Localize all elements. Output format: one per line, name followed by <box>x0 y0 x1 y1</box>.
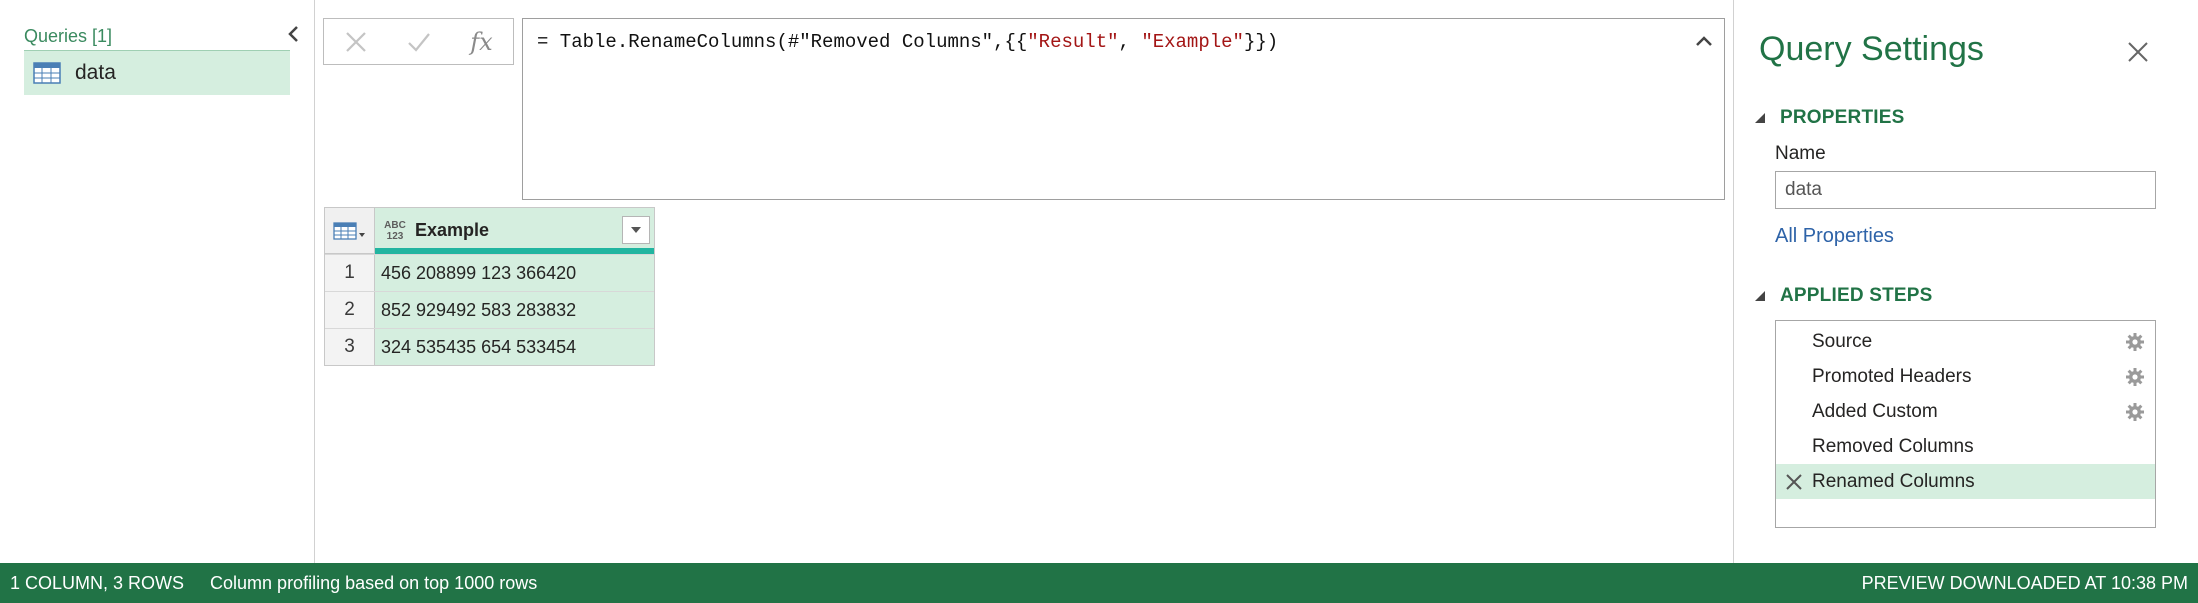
table-menu-button[interactable] <box>325 208 375 253</box>
status-bar: 1 COLUMN, 3 ROWS Column profiling based … <box>0 563 2198 603</box>
column-quality-bar <box>375 248 654 254</box>
table-row: 1 456 208899 123 366420 <box>325 254 654 291</box>
table-cell[interactable]: 456 208899 123 366420 <box>375 255 654 291</box>
queries-header: Queries [1] <box>24 26 113 46</box>
formula-string-example: "Example" <box>1141 31 1244 53</box>
query-item-label: data <box>75 61 116 84</box>
any-type-icon[interactable]: ABC 123 <box>381 220 409 242</box>
fx-icon: fx <box>470 27 493 56</box>
row-number: 2 <box>325 292 375 328</box>
table-row: 3 324 535435 654 533454 <box>325 328 654 365</box>
step-removed-columns[interactable]: Removed Columns <box>1776 429 2155 464</box>
collapse-formula-button[interactable] <box>1692 31 1716 51</box>
type-icon-top: ABC <box>384 219 406 231</box>
formula-separator: , <box>1118 31 1142 53</box>
formula-prefix: = Table.RenameColumns(#"Removed Columns"… <box>537 31 1028 53</box>
chevron-left-icon <box>288 26 298 42</box>
data-grid: ABC 123 Example 1 456 208899 123 366420 … <box>324 207 655 366</box>
applied-steps-section-toggle[interactable]: APPLIED STEPS <box>1752 285 1933 307</box>
row-number: 1 <box>325 255 375 291</box>
column-name: Example <box>415 220 490 240</box>
row-number: 3 <box>325 329 375 365</box>
query-settings-pane: Query Settings PROPERTIES Name All Prope… <box>1733 0 2198 563</box>
formula-editor[interactable]: = Table.RenameColumns(#"Removed Columns"… <box>522 18 1725 200</box>
step-promoted-headers[interactable]: Promoted Headers <box>1776 359 2155 394</box>
queries-pane: Queries [1] data <box>0 0 315 563</box>
commit-formula-button[interactable] <box>387 19 450 64</box>
step-label: Added Custom <box>1812 400 1938 422</box>
collapse-queries-button[interactable] <box>281 20 305 48</box>
chevron-up-icon <box>1696 36 1712 46</box>
type-icon-bottom: 123 <box>386 230 404 242</box>
collapse-triangle-icon <box>1755 113 1765 123</box>
grid-header: ABC 123 Example <box>325 208 654 254</box>
insert-function-button[interactable]: fx <box>450 19 513 64</box>
step-added-custom[interactable]: Added Custom <box>1776 394 2155 429</box>
applied-steps-list: Source Promoted Headers Added Custom Rem… <box>1775 320 2156 528</box>
settings-title: Query Settings <box>1759 30 1984 68</box>
table-icon <box>33 62 61 84</box>
table-cell[interactable]: 324 535435 654 533454 <box>375 329 654 365</box>
status-preview-time: PREVIEW DOWNLOADED AT 10:38 PM <box>1861 572 2188 593</box>
step-source[interactable]: Source <box>1776 324 2155 359</box>
applied-steps-header: APPLIED STEPS <box>1780 285 1933 306</box>
checkmark-icon <box>407 32 430 52</box>
table-cell[interactable]: 852 929492 583 283832 <box>375 292 654 328</box>
all-properties-link[interactable]: All Properties <box>1775 225 1894 248</box>
delete-step-icon[interactable] <box>1785 473 1803 491</box>
name-label: Name <box>1775 143 1826 164</box>
status-profiling[interactable]: Column profiling based on top 1000 rows <box>210 573 537 594</box>
cancel-formula-button[interactable] <box>324 19 387 64</box>
properties-section-toggle[interactable]: PROPERTIES <box>1752 107 1904 129</box>
gear-icon[interactable] <box>2125 402 2145 422</box>
step-label: Promoted Headers <box>1812 365 1972 387</box>
formula-string-result: "Result" <box>1027 31 1119 53</box>
table-row: 2 852 929492 583 283832 <box>325 291 654 328</box>
step-renamed-columns[interactable]: Renamed Columns <box>1776 464 2155 499</box>
step-label: Source <box>1812 330 1873 352</box>
column-filter-button[interactable] <box>622 216 650 244</box>
properties-header: PROPERTIES <box>1780 107 1905 128</box>
table-menu-icon <box>332 221 365 240</box>
gear-icon[interactable] <box>2125 332 2145 352</box>
step-label: Renamed Columns <box>1812 470 1975 492</box>
chevron-down-icon <box>631 227 641 233</box>
close-settings-button[interactable] <box>2124 38 2152 66</box>
close-icon <box>2128 42 2148 62</box>
column-header-example[interactable]: ABC 123 Example <box>375 208 654 254</box>
close-icon <box>345 31 366 52</box>
status-row-count: 1 COLUMN, 3 ROWS <box>10 572 185 593</box>
gear-icon[interactable] <box>2125 367 2145 387</box>
query-name-input[interactable] <box>1775 171 2156 209</box>
step-label: Removed Columns <box>1812 435 1974 457</box>
formula-suffix: }}) <box>1243 31 1279 53</box>
formula-text[interactable]: = Table.RenameColumns(#"Removed Columns"… <box>537 31 1278 53</box>
formula-bar-buttons: fx <box>323 18 514 65</box>
collapse-triangle-icon <box>1755 291 1765 301</box>
query-item-data[interactable]: data <box>24 51 290 95</box>
